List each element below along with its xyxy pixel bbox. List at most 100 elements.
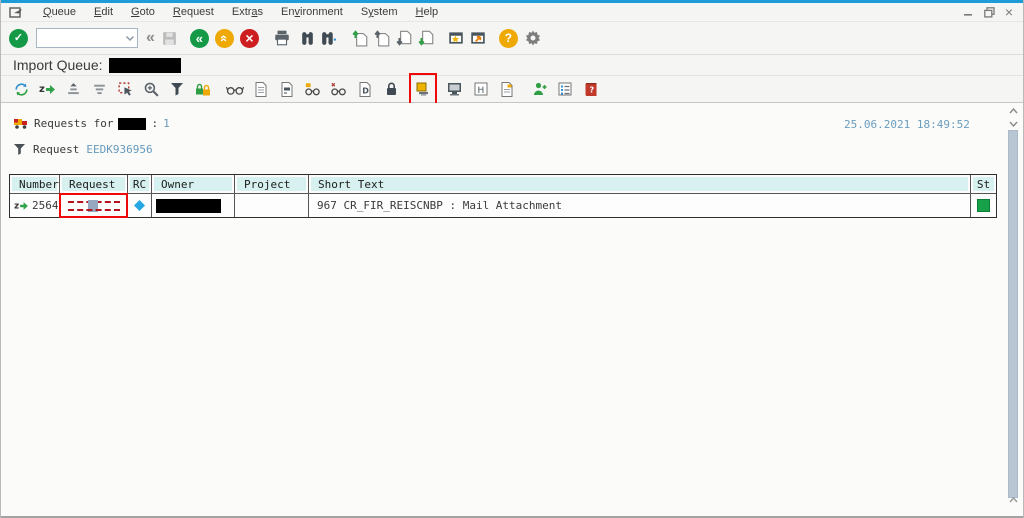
menu-item-goto[interactable]: Goto [122, 4, 164, 20]
requests-separator: : [151, 117, 159, 130]
standard-toolbar: ✓ « « « × ? [1, 22, 1023, 55]
create-shortcut-icon[interactable] [469, 29, 487, 47]
menu-item-queue[interactable]: Queue [34, 4, 85, 20]
scrollbar-thumb[interactable] [1008, 130, 1018, 498]
row-request-cell[interactable] [59, 193, 128, 218]
column-header-request[interactable]: Request [60, 175, 127, 193]
back-icon[interactable]: « [189, 28, 209, 48]
last-page-icon[interactable] [417, 29, 435, 47]
user-icon[interactable] [530, 80, 548, 98]
row-number-value: 2564 [32, 199, 59, 212]
scroll-up-icon[interactable] [1007, 104, 1020, 117]
customize-layout-icon[interactable] [524, 29, 542, 47]
row-owner-cell[interactable] [152, 194, 234, 217]
filter-small-icon [14, 144, 25, 155]
scroll-down-icon[interactable] [1007, 117, 1020, 130]
import-queue-table: Number Request RC Owner Project Short Te… [9, 174, 997, 218]
menu-item-help[interactable]: Help [407, 4, 448, 20]
request-filter-line: Request EEDK936956 [13, 143, 153, 156]
print-icon[interactable] [273, 29, 291, 47]
menu-item-request[interactable]: Request [164, 4, 223, 20]
lock-toggle-icon[interactable] [194, 80, 212, 98]
list-icon[interactable] [556, 80, 574, 98]
status-green-square [977, 199, 990, 212]
previous-page-icon[interactable] [373, 29, 391, 47]
dropdown-chevron-icon[interactable] [125, 35, 135, 42]
find-next-icon[interactable] [320, 30, 337, 47]
column-header-owner[interactable]: Owner [152, 175, 234, 193]
close-icon[interactable]: × [1005, 4, 1013, 20]
column-header-st[interactable]: St [971, 175, 996, 193]
screen-title-bar: Import Queue: [1, 55, 1023, 76]
sort-down-icon[interactable] [90, 80, 108, 98]
application-toolbar: z D H ? [1, 73, 1023, 105]
request-redaction-scribble [67, 199, 120, 212]
svg-text:D: D [362, 86, 369, 95]
restore-icon[interactable] [983, 6, 995, 18]
cancel-icon[interactable]: × [239, 28, 259, 48]
find-icon[interactable] [299, 30, 316, 47]
new-session-icon[interactable] [447, 29, 465, 47]
request-filter-label: Request [33, 143, 80, 156]
command-input[interactable] [37, 31, 125, 45]
select-block-icon[interactable] [116, 80, 134, 98]
list-area: Requests for : 1 25.06.2021 18:49:52 Req… [1, 103, 1023, 516]
row-project-cell[interactable] [235, 194, 308, 217]
documentation-file-icon[interactable]: D [356, 80, 374, 98]
command-field-box [36, 28, 138, 48]
next-page-icon[interactable] [395, 29, 413, 47]
menu-bar: Queue Edit Goto Request Extras Environme… [1, 3, 1023, 22]
exit-icon[interactable]: « [214, 28, 234, 48]
title-redaction [108, 57, 181, 73]
scroll-bottom-icon[interactable] [1007, 493, 1020, 506]
column-header-rc[interactable]: RC [128, 175, 151, 193]
requests-for-label: Requests for [34, 117, 114, 130]
sort-up-icon[interactable] [64, 80, 82, 98]
logs-icon[interactable] [252, 80, 270, 98]
rc-diamond-icon [133, 199, 146, 212]
display-file-icon[interactable] [278, 80, 296, 98]
help-book-icon[interactable]: ? [582, 80, 600, 98]
target-system-redaction [118, 117, 147, 130]
lock-icon[interactable] [382, 80, 400, 98]
display-glasses-icon[interactable] [226, 80, 244, 98]
row-short-text-cell[interactable]: 967 CR_FIR_REISCNBP : Mail Attachment [309, 194, 970, 217]
row-number-cell[interactable]: z 2564 [10, 194, 59, 217]
filter-icon[interactable] [168, 80, 186, 98]
svg-text:z: z [39, 84, 45, 95]
menu-item-environment[interactable]: Environment [272, 4, 352, 20]
check-glasses-icon[interactable] [330, 80, 348, 98]
vertical-scrollbar[interactable] [1007, 104, 1020, 506]
column-header-short-text[interactable]: Short Text [309, 175, 970, 193]
requests-summary-line: Requests for : 1 [13, 117, 170, 130]
collapse-icon[interactable]: « [146, 29, 155, 47]
svg-text:z: z [14, 201, 19, 211]
import-monitor-icon[interactable] [446, 80, 464, 98]
requests-count: 1 [163, 117, 170, 130]
sap-window: Queue Edit Goto Request Extras Environme… [0, 0, 1024, 518]
scheduler-icon[interactable] [498, 80, 516, 98]
menu-item-edit[interactable]: Edit [85, 4, 122, 20]
save-icon[interactable] [161, 30, 178, 47]
svg-text:?: ? [589, 86, 594, 95]
import-request-again-icon[interactable]: z [38, 80, 56, 98]
row-rc-cell[interactable] [128, 194, 151, 217]
request-filter-value: EEDK936956 [86, 143, 153, 156]
help-icon[interactable]: ? [498, 28, 518, 48]
owner-redaction [156, 198, 221, 213]
first-page-icon[interactable] [351, 29, 369, 47]
menu-item-system[interactable]: System [352, 4, 407, 20]
menu-item-extras[interactable]: Extras [223, 4, 272, 20]
column-header-number[interactable]: Number [10, 175, 59, 193]
zoom-icon[interactable] [142, 80, 160, 98]
column-header-project[interactable]: Project [235, 175, 308, 193]
system-menu-icon[interactable] [9, 6, 24, 18]
report-timestamp: 25.06.2021 18:49:52 [844, 118, 970, 131]
refresh-icon[interactable] [12, 80, 30, 98]
row-status-cell[interactable] [971, 194, 996, 217]
import-request-icon[interactable] [409, 73, 437, 105]
history-icon[interactable]: H [472, 80, 490, 98]
enter-icon[interactable]: ✓ [9, 28, 28, 48]
where-used-icon[interactable] [304, 80, 322, 98]
minimize-icon[interactable] [963, 7, 974, 17]
